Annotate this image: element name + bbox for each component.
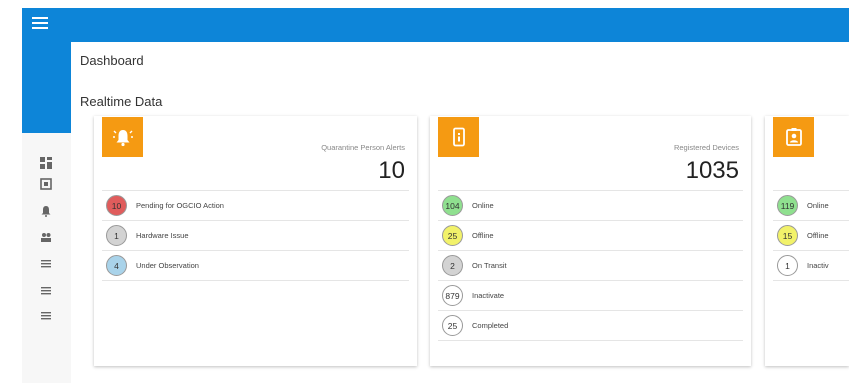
row-label: Completed <box>472 321 509 330</box>
card-count: 10 <box>378 157 405 184</box>
count-badge: 119 <box>777 195 798 216</box>
sidebar <box>22 133 71 383</box>
bell-alarm-icon <box>102 117 143 157</box>
people-icon[interactable] <box>39 231 53 245</box>
count-badge: 4 <box>106 255 127 276</box>
bell-icon[interactable] <box>39 205 53 219</box>
badge-person-icon <box>773 117 814 157</box>
quarantine-alerts-card[interactable]: Quarantine Person Alerts 10 10 Pending f… <box>94 116 417 366</box>
row-label: Inactiv <box>807 261 829 270</box>
row-label: Offline <box>472 231 494 240</box>
device-icon <box>438 117 479 157</box>
count-badge: 25 <box>442 315 463 336</box>
count-badge: 2 <box>442 255 463 276</box>
list-item[interactable]: 879 Inactivate <box>438 280 743 310</box>
id-card-icon[interactable] <box>39 178 53 192</box>
list-item[interactable]: 2 On Transit <box>438 250 743 280</box>
row-label: On Transit <box>472 261 507 270</box>
list-icon[interactable] <box>39 309 53 323</box>
row-label: Online <box>807 201 829 210</box>
count-badge: 15 <box>777 225 798 246</box>
row-label: Inactivate <box>472 291 505 300</box>
page-title: Dashboard <box>80 53 144 68</box>
hamburger-icon[interactable] <box>32 17 48 31</box>
row-label: Pending for OGCIO Action <box>136 201 224 210</box>
list-item[interactable]: 1 Inactiv <box>773 250 849 281</box>
row-label: Hardware Issue <box>136 231 189 240</box>
list-icon[interactable] <box>39 284 53 298</box>
registered-devices-card[interactable]: Registered Devices 1035 104 Online 25 Of… <box>430 116 751 366</box>
dashboard-icon[interactable] <box>39 157 53 171</box>
count-badge: 1 <box>777 255 798 276</box>
card-label: Registered Devices <box>673 143 739 152</box>
list-item[interactable]: 10 Pending for OGCIO Action <box>102 190 409 220</box>
card-label: Quarantine Person Alerts <box>321 143 405 152</box>
header-extension <box>22 42 71 133</box>
list-item[interactable]: 104 Online <box>438 190 743 220</box>
count-badge: 879 <box>442 285 463 306</box>
section-title: Realtime Data <box>80 94 163 109</box>
count-badge: 1 <box>106 225 127 246</box>
list-item[interactable]: 25 Offline <box>438 220 743 250</box>
count-badge: 104 <box>442 195 463 216</box>
row-label: Online <box>472 201 494 210</box>
list-item[interactable]: 15 Offline <box>773 220 849 250</box>
list-icon[interactable] <box>39 257 53 271</box>
count-badge: 25 <box>442 225 463 246</box>
card-count: 1035 <box>685 157 739 184</box>
count-badge: 10 <box>106 195 127 216</box>
third-status-card[interactable]: 119 Online 15 Offline 1 Inactiv <box>765 116 849 366</box>
list-item[interactable]: 4 Under Observation <box>102 250 409 281</box>
list-item[interactable]: 1 Hardware Issue <box>102 220 409 250</box>
row-label: Under Observation <box>136 261 199 270</box>
row-label: Offline <box>807 231 829 240</box>
list-item[interactable]: 25 Completed <box>438 310 743 341</box>
list-item[interactable]: 119 Online <box>773 190 849 220</box>
top-app-bar <box>22 8 849 42</box>
